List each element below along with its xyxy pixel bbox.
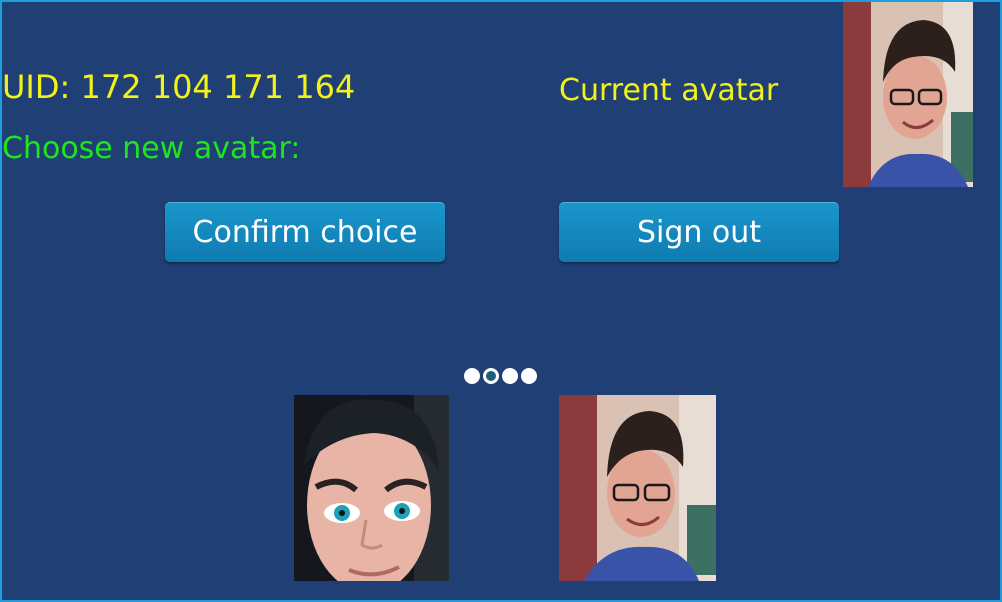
uid-label: UID: 172 104 171 164 — [2, 68, 356, 106]
current-avatar-image — [843, 2, 973, 187]
pager-dot-2[interactable] — [483, 368, 499, 384]
current-avatar-label: Current avatar — [559, 73, 779, 108]
avatar-option-1[interactable] — [294, 395, 449, 581]
pager-dot-4[interactable] — [521, 368, 537, 384]
avatar-option-2[interactable] — [559, 395, 716, 581]
sign-out-button[interactable]: Sign out — [559, 202, 839, 262]
confirm-choice-button[interactable]: Confirm choice — [165, 202, 445, 262]
pager-dot-1[interactable] — [464, 368, 480, 384]
choose-avatar-label: Choose new avatar: — [2, 131, 301, 166]
carousel-pager — [464, 368, 537, 384]
avatar-settings-screen: UID: 172 104 171 164 Choose new avatar: … — [0, 0, 1002, 602]
pager-dot-3[interactable] — [502, 368, 518, 384]
